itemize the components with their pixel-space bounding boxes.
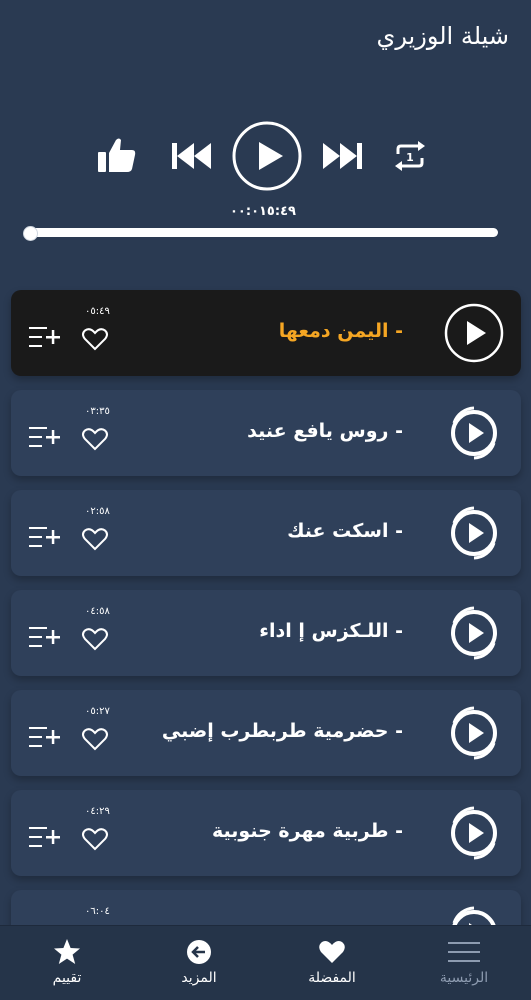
- like-icon[interactable]: [96, 136, 138, 176]
- track-row[interactable]: - اللـكزس إ اداء ٠٤:٥٨: [11, 590, 521, 676]
- bottom-nav: تقييم المزيد المفضلة الرئيسية: [0, 925, 531, 1000]
- track-row[interactable]: - حضرمية طربطرب إضبي ٠٥:٢٧: [11, 690, 521, 776]
- nav-more-label: المزيد: [181, 970, 217, 986]
- add-to-playlist-icon[interactable]: [29, 526, 63, 550]
- star-icon: [53, 938, 81, 966]
- track-title: - حضرمية طربطرب إضبي: [161, 720, 403, 742]
- repeat-one-icon[interactable]: 1: [393, 140, 427, 172]
- nav-favorites-label: المفضلة: [308, 970, 356, 986]
- track-duration: ٠٢:٥٨: [85, 506, 110, 517]
- favorite-heart-icon[interactable]: [81, 526, 109, 552]
- nav-rate-label: تقييم: [52, 970, 82, 986]
- track-duration: ٠٥:٢٧: [85, 706, 110, 717]
- track-row[interactable]: - روس يافع عنيد ٠٣:٣٥: [11, 390, 521, 476]
- favorite-heart-icon[interactable]: [81, 426, 109, 452]
- favorite-heart-icon[interactable]: [81, 726, 109, 752]
- nav-home[interactable]: الرئيسية: [409, 926, 519, 1000]
- player-controls: 1: [0, 118, 531, 193]
- track-duration: ٠٥:٤٩: [85, 306, 110, 317]
- track-play-button[interactable]: [444, 403, 504, 463]
- track-play-button[interactable]: [444, 803, 504, 863]
- track-duration: ٠٤:٢٩: [85, 806, 110, 817]
- next-icon[interactable]: [320, 140, 364, 172]
- track-duration: ٠٦:٠٤: [85, 906, 110, 917]
- back-arrow-icon: [186, 938, 212, 966]
- add-to-playlist-icon[interactable]: [29, 726, 63, 750]
- nav-home-label: الرئيسية: [439, 970, 489, 986]
- track-play-button[interactable]: [444, 303, 504, 363]
- favorite-heart-icon[interactable]: [81, 326, 109, 352]
- nav-favorites[interactable]: المفضلة: [277, 926, 387, 1000]
- track-play-button[interactable]: [444, 703, 504, 763]
- menu-icon: [448, 938, 480, 966]
- nav-rate[interactable]: تقييم: [12, 926, 122, 1000]
- track-row[interactable]: - طربية مهرة جنوبية ٠٤:٢٩: [11, 790, 521, 876]
- add-to-playlist-icon[interactable]: [29, 426, 63, 450]
- progress-knob[interactable]: [23, 226, 38, 241]
- track-play-button[interactable]: [444, 603, 504, 663]
- time-readout: ٠٠:٠١٥:٤٩: [230, 204, 296, 219]
- track-title: - اسكت عنك: [287, 520, 403, 542]
- track-duration: ٠٤:٥٨: [85, 606, 110, 617]
- track-play-button[interactable]: [444, 503, 504, 563]
- track-duration: ٠٣:٣٥: [85, 406, 110, 417]
- previous-icon[interactable]: [170, 140, 214, 172]
- progress-bar[interactable]: [23, 226, 498, 241]
- app-title: شيلة الوزيري: [376, 22, 509, 50]
- favorite-heart-icon[interactable]: [81, 626, 109, 652]
- add-to-playlist-icon[interactable]: [29, 826, 63, 850]
- main-play-button[interactable]: [231, 120, 303, 192]
- heart-icon: [318, 938, 346, 966]
- nav-more[interactable]: المزيد: [144, 926, 254, 1000]
- svg-text:1: 1: [406, 151, 414, 164]
- track-row[interactable]: - اسكت عنك ٠٢:٥٨: [11, 490, 521, 576]
- track-title: - روس يافع عنيد: [247, 420, 403, 442]
- add-to-playlist-icon[interactable]: [29, 326, 63, 350]
- track-title: - طربية مهرة جنوبية: [212, 820, 403, 842]
- add-to-playlist-icon[interactable]: [29, 626, 63, 650]
- favorite-heart-icon[interactable]: [81, 826, 109, 852]
- track-title: - اللـكزس إ اداء: [259, 620, 403, 642]
- track-title: - اليمن دمعها: [278, 320, 403, 342]
- track-row[interactable]: - اليمن دمعها ٠٥:٤٩: [11, 290, 521, 376]
